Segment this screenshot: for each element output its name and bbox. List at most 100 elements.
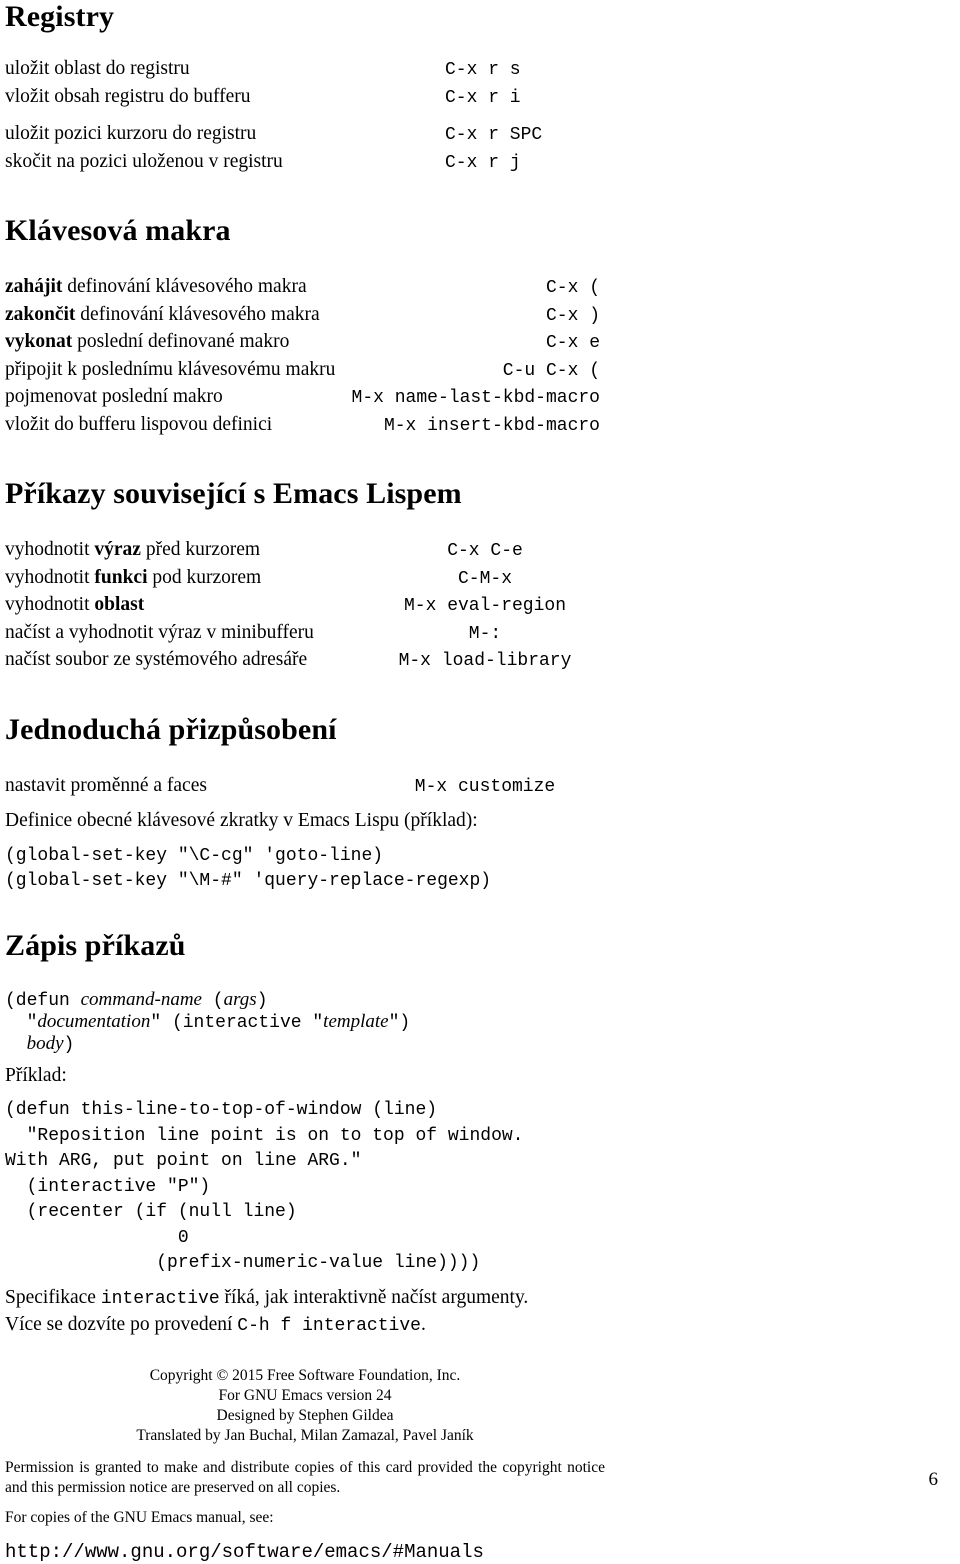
section-heading-writing-commands: Zápis příkazů <box>5 928 186 962</box>
footer-translators: Translated by Jan Buchal, Milan Zamazal,… <box>136 1426 474 1444</box>
defun-template-arg: template <box>323 1010 389 1032</box>
page-number: 6 <box>928 1469 939 1490</box>
macros-key-table: zahájit definování klávesového makra C-x… <box>5 274 605 439</box>
defun-final-paren: ) <box>63 1034 75 1055</box>
lisp-key-0: C-x C-e <box>447 541 523 561</box>
customization-key-0: M-x customize <box>414 776 556 797</box>
macros-desc-rest-4: pojmenovat poslední makro <box>5 386 223 407</box>
macros-desc-rest-1: definování klávesového makra <box>75 303 320 325</box>
macros-desc-rest-2: poslední definované makro <box>72 331 290 352</box>
table-row: načíst a vyhodnotit výraz v minibufferu … <box>5 620 605 648</box>
registry-key-table: uložit oblast do registru C-x r s vložit… <box>5 56 605 111</box>
defun-args: args <box>223 988 257 1010</box>
note-mono-1: interactive <box>100 1288 220 1309</box>
defun-template-line-1: (defun command-name (args) <box>5 989 605 1011</box>
registry-key-0: C-x r s <box>445 60 521 80</box>
example-label: Příklad: <box>5 1064 67 1086</box>
note-post-2: . <box>420 1314 426 1335</box>
lisp-desc-2: vyhodnotit oblast <box>5 592 365 620</box>
defun-interactive: " (interactive " <box>150 1012 324 1033</box>
table-row: připojit k poslednímu klávesovému makru … <box>5 357 605 385</box>
lisp-desc-post-0: před kurzorem <box>140 539 261 560</box>
lisp-desc-bold-0: výraz <box>94 539 141 560</box>
note-pre-1: Specifikace <box>5 1286 101 1308</box>
lisp-desc-4: načíst soubor ze systémového adresáře <box>5 647 365 675</box>
table-row: zakončit definování klávesového makra C-… <box>5 302 605 330</box>
lisp-desc-bold-2: oblast <box>94 594 145 615</box>
registry-key-table-2: uložit pozici kurzoru do registru C-x r … <box>5 121 605 176</box>
note-mono-2: C-h f interactive <box>237 1316 421 1336</box>
lisp-key-table: vyhodnotit výraz před kurzorem C-x C-e v… <box>5 537 605 675</box>
section-heading-lisp: Příkazy související s Emacs Lispem <box>5 477 462 510</box>
macros-desc-rest-0: definování klávesového makra <box>62 276 307 297</box>
customization-key-table: nastavit proměnné a faces M-x customize <box>5 773 605 801</box>
defun-paren-close: ) <box>256 990 268 1011</box>
macros-desc-3: připojit k poslednímu klávesovému makru <box>5 357 335 385</box>
macros-key-4: M-x name-last-kbd-macro <box>351 388 600 408</box>
footer-manual-note: For copies of the GNU Emacs manual, see: <box>5 1508 274 1526</box>
registry-key-1: C-x r i <box>445 87 521 108</box>
table-row: vložit do bufferu lispovou definici M-x … <box>5 412 605 440</box>
defun-template-line-2: "documentation" (interactive "template") <box>5 1011 605 1033</box>
lisp-desc-pre-0: vyhodnotit <box>5 539 95 560</box>
macros-key-1: C-x ) <box>545 305 600 326</box>
section-heading-registry: Registry <box>5 0 115 33</box>
table-row: vyhodnotit výraz před kurzorem C-x C-e <box>5 537 605 565</box>
reference-card-page: Registry uložit oblast do registru C-x r… <box>0 0 960 1563</box>
macros-desc-4: pojmenovat poslední makro <box>5 384 305 412</box>
defun-kw: (defun <box>5 990 81 1011</box>
interactive-note-line-2: Více se dozvíte po provedení C-h f inter… <box>5 1312 605 1340</box>
macros-desc-rest-3: připojit k poslednímu klávesovému makru <box>5 358 336 380</box>
lisp-desc-pre-2: vyhodnotit <box>5 594 95 615</box>
table-row: pojmenovat poslední makro M-x name-last-… <box>5 384 605 412</box>
registry-desc-2: uložit pozici kurzoru do registru <box>5 123 257 144</box>
lisp-desc-pre-1: vyhodnotit <box>5 566 95 588</box>
lisp-desc-pre-3: načíst a vyhodnotit výraz v minibufferu <box>5 621 314 643</box>
macros-key-2: C-x e <box>545 333 600 353</box>
lisp-desc-3: načíst a vyhodnotit výraz v minibufferu <box>5 620 365 648</box>
footer-manual-url[interactable]: http://www.gnu.org/software/emacs/#Manua… <box>5 1540 605 1564</box>
table-row: načíst soubor ze systémového adresáře M-… <box>5 647 605 675</box>
lisp-key-3: M-: <box>468 623 502 644</box>
defun-paren-open: ( <box>201 990 224 1011</box>
page-content: Registry uložit oblast do registru C-x r… <box>5 0 605 1564</box>
customization-intro: Definice obecné klávesové zkratky v Emac… <box>5 810 478 831</box>
defun-indent-3 <box>5 1035 27 1055</box>
table-row: uložit pozici kurzoru do registru C-x r … <box>5 121 605 149</box>
customization-code-line-0: (global-set-key "\C-cg" 'goto-line) <box>5 845 384 866</box>
macros-desc-1: zakončit definování klávesového makra <box>5 302 320 330</box>
defun-template-line-3: body) <box>5 1033 605 1055</box>
registry-key-3: C-x r j <box>445 152 521 173</box>
defun-template-block: (defun command-name (args) "documentatio… <box>5 989 605 1055</box>
defun-command-name: command-name <box>80 988 202 1010</box>
macros-desc-bold-1: zakončit <box>5 303 76 325</box>
lisp-key-2: M-x eval-region <box>403 596 567 616</box>
lisp-desc-pre-4: načíst soubor ze systémového adresáře <box>5 649 308 670</box>
macros-key-5: M-x insert-kbd-macro <box>383 415 600 436</box>
lisp-key-4: M-x load-library <box>398 651 572 671</box>
registry-desc-3: skočit na pozici uloženou v registru <box>5 150 283 172</box>
footer-version: For GNU Emacs version 24 <box>218 1386 392 1404</box>
table-row: vykonat poslední definované makro C-x e <box>5 329 605 357</box>
footer-permission-notice: Permission is granted to make and distri… <box>5 1458 605 1496</box>
macros-desc-5: vložit do bufferu lispovou definici <box>5 412 305 440</box>
macros-desc-bold-2: vykonat <box>5 331 73 352</box>
registry-key-2: C-x r SPC <box>445 125 543 145</box>
table-row: vyhodnotit oblast M-x eval-region <box>5 592 605 620</box>
table-row: uložit oblast do registru C-x r s <box>5 56 605 84</box>
lisp-desc-post-1: pod kurzorem <box>147 566 262 588</box>
